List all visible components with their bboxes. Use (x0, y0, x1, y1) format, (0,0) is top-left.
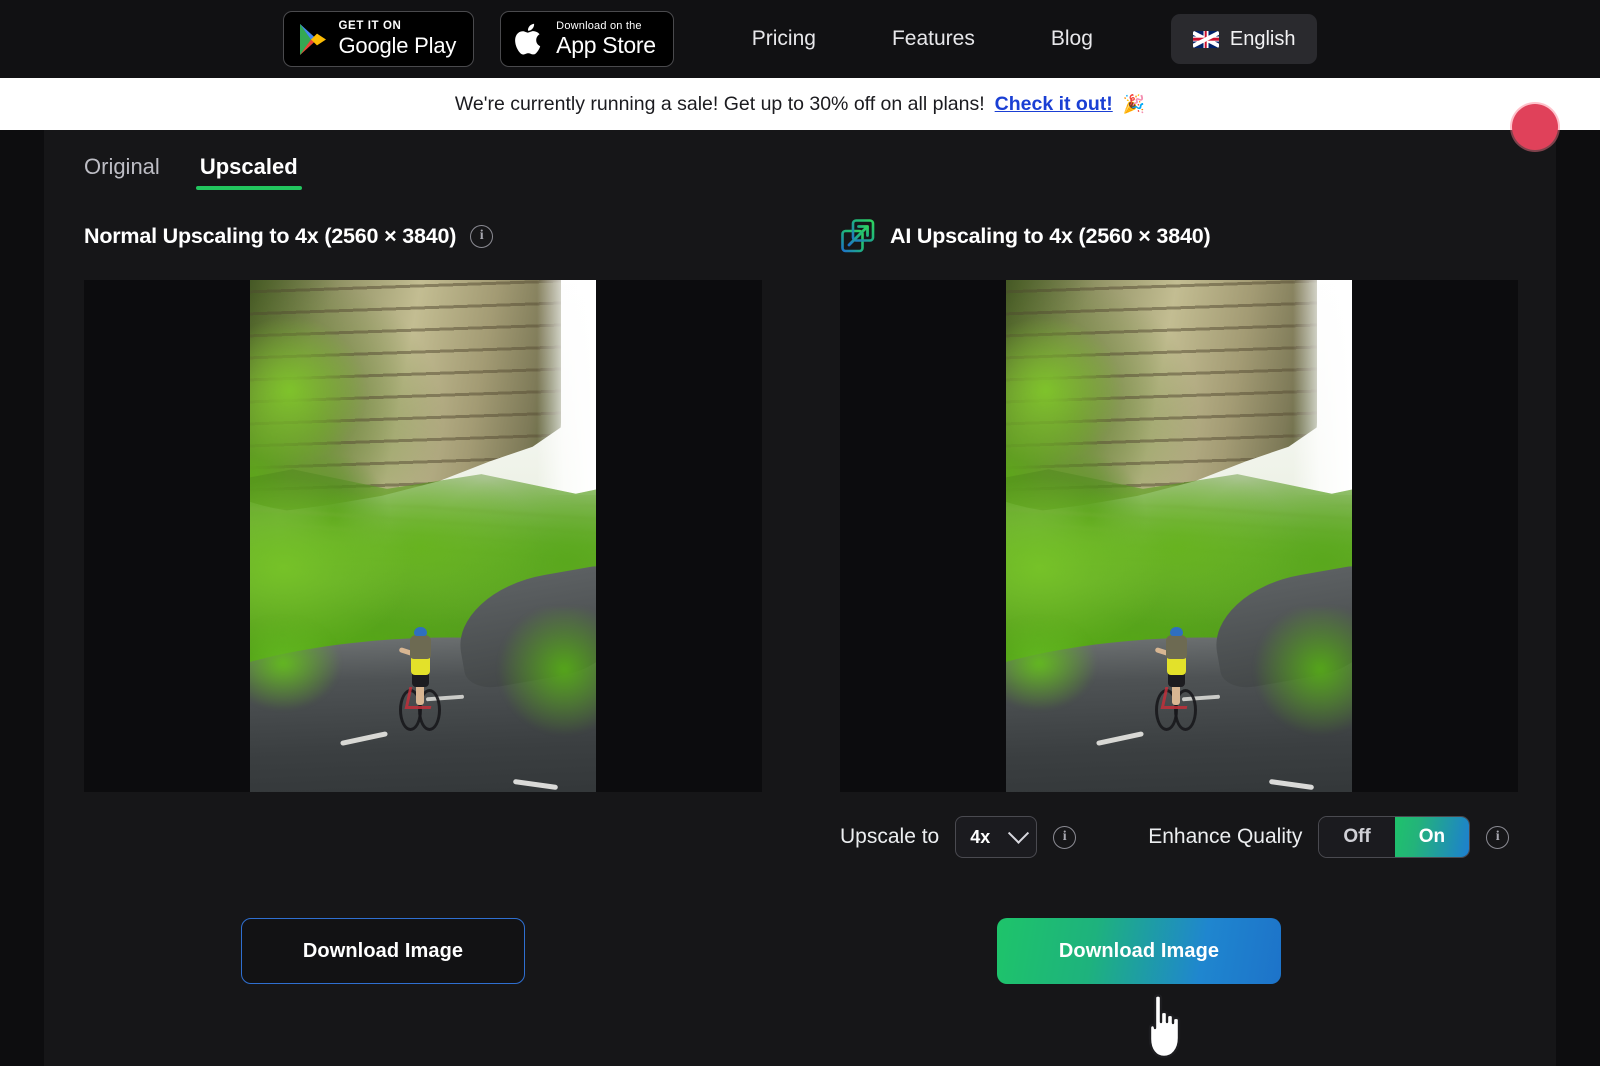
language-selector[interactable]: English (1170, 14, 1318, 64)
enhance-info-icon[interactable]: i (1486, 825, 1510, 849)
ai-upscale-icon (841, 219, 875, 253)
app-store-small-label: Download on the (556, 20, 642, 32)
floating-action-bubble[interactable] (1512, 104, 1558, 150)
result-tabs: Original Upscaled (84, 154, 302, 190)
upscale-factor-value: 4x (970, 826, 991, 847)
content-panel: Original Upscaled Normal Upscaling to 4x… (44, 130, 1556, 1066)
ai-upscaling-controls: Upscale to 4x i Enhance Quality Off On i (840, 816, 1518, 858)
tab-original[interactable]: Original (84, 154, 160, 190)
tab-upscaled[interactable]: Upscaled (195, 154, 302, 190)
sale-banner-link[interactable]: Check it out! (995, 93, 1113, 116)
cyclist-figure (1153, 627, 1199, 751)
google-play-label: Google Play (338, 33, 457, 59)
nav-links: Pricing Features Blog (714, 27, 1131, 51)
enhance-quality-on-option[interactable]: On (1394, 817, 1470, 857)
download-image-button-normal[interactable]: Download Image (241, 918, 525, 984)
normal-upscaling-image-frame (84, 280, 762, 792)
download-image-button-ai[interactable]: Download Image (997, 918, 1281, 984)
app-store-label: App Store (556, 32, 656, 58)
sale-banner-text: We're currently running a sale! Get up t… (454, 92, 985, 115)
nav-link-features[interactable]: Features (854, 27, 1013, 51)
ai-upscaled-photo (1006, 280, 1352, 792)
normal-upscaled-photo (250, 280, 596, 792)
google-play-small-label: GET IT ON (338, 19, 402, 32)
nav-link-blog[interactable]: Blog (1013, 27, 1131, 51)
store-badges: GET IT ON Google Play Download on the Ap… (282, 11, 674, 67)
ai-upscaling-column: AI Upscaling to 4x (2560 × 3840) Upscale… (800, 216, 1518, 1066)
comparison-columns: Normal Upscaling to 4x (2560 × 3840) i D… (44, 216, 1556, 1066)
ai-upscaling-image-frame (840, 280, 1518, 792)
ai-upscaling-header: AI Upscaling to 4x (2560 × 3840) (840, 216, 1518, 256)
apple-icon (515, 23, 541, 55)
app-store-badge[interactable]: Download on the App Store (500, 11, 674, 67)
info-icon[interactable]: i (470, 224, 494, 248)
page-body: Original Upscaled Normal Upscaling to 4x… (0, 130, 1600, 1066)
enhance-quality-off-option[interactable]: Off (1319, 817, 1395, 857)
party-popper-icon: 🎉 (1122, 93, 1146, 114)
upscale-factor-select[interactable]: 4x (955, 816, 1038, 858)
normal-upscaling-header: Normal Upscaling to 4x (2560 × 3840) i (84, 216, 762, 256)
enhance-quality-toggle[interactable]: Off On (1318, 816, 1471, 858)
chevron-down-icon (1008, 822, 1030, 844)
upscale-to-label: Upscale to (840, 825, 940, 848)
language-label: English (1229, 27, 1296, 50)
upscale-info-icon[interactable]: i (1053, 825, 1077, 849)
sale-banner: We're currently running a sale! Get up t… (0, 78, 1600, 130)
normal-upscaling-column: Normal Upscaling to 4x (2560 × 3840) i D… (44, 216, 762, 1066)
ai-upscaling-title: AI Upscaling to 4x (2560 × 3840) (890, 223, 1211, 248)
normal-upscaling-title: Normal Upscaling to 4x (2560 × 3840) (84, 223, 457, 248)
google-play-icon (299, 23, 326, 55)
uk-flag-icon (1192, 30, 1219, 48)
enhance-quality-label: Enhance Quality (1148, 825, 1303, 848)
nav-link-pricing[interactable]: Pricing (714, 27, 854, 51)
top-navigation-bar: GET IT ON Google Play Download on the Ap… (0, 0, 1600, 78)
cyclist-figure (397, 627, 443, 751)
google-play-badge[interactable]: GET IT ON Google Play (282, 11, 475, 67)
